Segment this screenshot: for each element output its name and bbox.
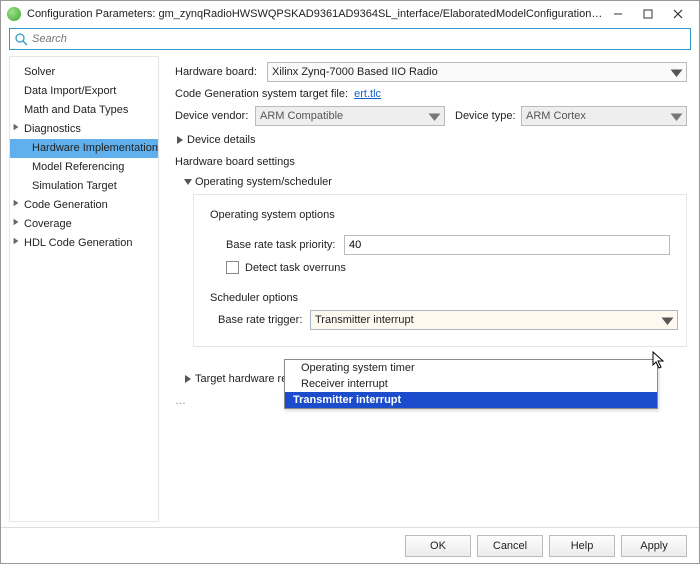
tree-item-label: Model Referencing: [32, 161, 124, 173]
title-bar: Configuration Parameters: gm_zynqRadioHW…: [1, 1, 699, 27]
search-input[interactable]: [32, 33, 686, 45]
codegen-target-link[interactable]: ert.tlc: [354, 88, 381, 100]
tree-item-label: Code Generation: [24, 199, 108, 211]
codegen-label: Code Generation system target file:: [175, 88, 348, 100]
chevron-right-icon: [12, 123, 20, 131]
apply-button[interactable]: Apply: [621, 535, 687, 557]
chevron-down-icon: [660, 313, 675, 328]
chevron-down-icon: [183, 177, 193, 187]
tree-item-label: Hardware Implementation: [32, 142, 158, 154]
detect-overruns-checkbox[interactable]: Detect task overruns: [226, 261, 670, 274]
chevron-right-icon: [12, 218, 20, 226]
dropdown-option[interactable]: Operating system timer: [285, 360, 657, 376]
board-settings-label: Hardware board settings: [175, 156, 687, 168]
base-trigger-combo[interactable]: Transmitter interrupt: [310, 310, 678, 330]
tree-item[interactable]: Code Generation: [10, 196, 158, 215]
tree-item-label: Math and Data Types: [24, 104, 128, 116]
tree-item[interactable]: Data Import/Export: [10, 82, 158, 101]
chevron-down-icon: [427, 109, 442, 124]
target-hw-label: Target hardware res: [195, 373, 293, 385]
tree-item[interactable]: Coverage: [10, 215, 158, 234]
device-details-toggle[interactable]: Device details: [175, 134, 687, 146]
detect-overruns-label: Detect task overruns: [245, 262, 346, 274]
close-button[interactable]: [663, 4, 693, 24]
chevron-right-icon: [12, 199, 20, 207]
ok-button[interactable]: OK: [405, 535, 471, 557]
tree-item[interactable]: Math and Data Types: [10, 101, 158, 120]
device-type-label: Device type:: [455, 110, 521, 122]
tree-item[interactable]: Solver: [10, 63, 158, 82]
base-trigger-label: Base rate trigger:: [218, 314, 310, 326]
chevron-right-icon: [12, 237, 20, 245]
hardware-board-label: Hardware board:: [175, 66, 267, 78]
chevron-right-icon: [183, 374, 193, 384]
tree-item[interactable]: HDL Code Generation: [10, 234, 158, 253]
base-trigger-dropdown[interactable]: Operating system timerReceiver interrupt…: [284, 359, 658, 409]
app-icon: [7, 7, 21, 21]
tree-item[interactable]: Hardware Implementation: [10, 139, 158, 158]
tree-item-label: Coverage: [24, 218, 72, 230]
tree-item-label: HDL Code Generation: [24, 237, 132, 249]
dialog-footer: OK Cancel Help Apply: [1, 527, 699, 563]
checkbox-box-icon: [226, 261, 239, 274]
search-icon: [14, 32, 28, 46]
cursor-icon: [652, 351, 668, 371]
tree-item[interactable]: Diagnostics: [10, 120, 158, 139]
maximize-button[interactable]: [633, 4, 663, 24]
tree-item-label: Simulation Target: [32, 180, 117, 192]
window-title: Configuration Parameters: gm_zynqRadioHW…: [27, 8, 603, 20]
search-bar[interactable]: [9, 28, 691, 50]
tree-item-label: Data Import/Export: [24, 85, 116, 97]
tree-item[interactable]: Simulation Target: [10, 177, 158, 196]
cancel-button[interactable]: Cancel: [477, 535, 543, 557]
minimize-button[interactable]: [603, 4, 633, 24]
tree-item-label: Solver: [24, 66, 55, 78]
scheduler-options-label: Scheduler options: [210, 292, 678, 304]
base-priority-label: Base rate task priority:: [226, 239, 344, 251]
dropdown-option[interactable]: Receiver interrupt: [285, 376, 657, 392]
os-options-label: Operating system options: [210, 209, 678, 221]
device-type-combo[interactable]: ARM Cortex: [521, 106, 687, 126]
chevron-right-icon: [175, 135, 185, 145]
device-details-label: Device details: [187, 134, 255, 146]
chevron-down-icon: [669, 109, 684, 124]
device-vendor-label: Device vendor:: [175, 110, 255, 122]
tree-item-label: Diagnostics: [24, 123, 81, 135]
device-vendor-combo[interactable]: ARM Compatible: [255, 106, 445, 126]
base-priority-input[interactable]: [344, 235, 670, 255]
os-scheduler-toggle[interactable]: Operating system/scheduler: [183, 176, 687, 188]
tree-item[interactable]: Model Referencing: [10, 158, 158, 177]
help-button[interactable]: Help: [549, 535, 615, 557]
main-panel: Hardware board: Xilinx Zynq-7000 Based I…: [159, 56, 691, 522]
device-vendor-value: ARM Compatible: [260, 110, 343, 122]
device-type-value: ARM Cortex: [526, 110, 586, 122]
hardware-board-value: Xilinx Zynq-7000 Based IIO Radio: [272, 66, 438, 78]
base-trigger-value: Transmitter interrupt: [315, 314, 414, 326]
category-tree[interactable]: Solver Data Import/Export Math and Data Ty…: [9, 56, 159, 522]
dropdown-option[interactable]: Transmitter interrupt: [285, 392, 657, 408]
chevron-down-icon: [669, 65, 684, 80]
os-scheduler-label: Operating system/scheduler: [195, 176, 332, 188]
hardware-board-combo[interactable]: Xilinx Zynq-7000 Based IIO Radio: [267, 62, 687, 82]
